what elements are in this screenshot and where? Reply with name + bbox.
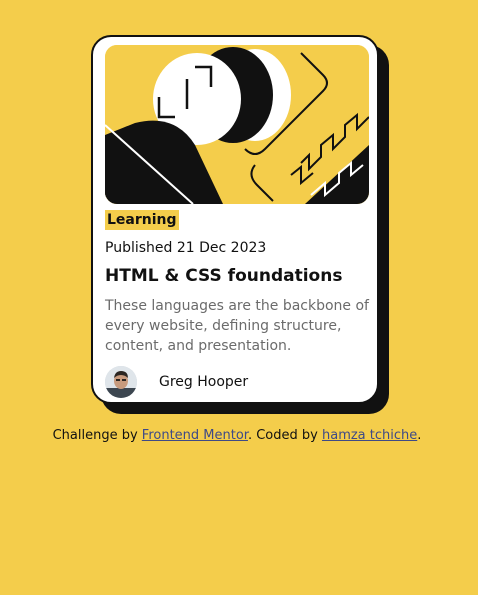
attribution-suffix: .	[417, 428, 422, 443]
category-tag: Learning	[105, 210, 179, 230]
illustration-image	[105, 45, 369, 204]
author-link[interactable]: hamza tchiche	[322, 428, 417, 443]
card-description: These languages are the backbone of ever…	[105, 298, 369, 354]
attribution: Challenge by Frontend Mentor. Coded by h…	[0, 428, 474, 443]
attribution-middle: . Coded by	[247, 428, 322, 443]
attribution-prefix: Challenge by	[52, 428, 142, 443]
blog-preview-card: Learning Published 21 Dec 2023 HTML & CS…	[91, 35, 379, 404]
avatar	[105, 366, 137, 398]
author: Greg Hooper	[105, 366, 248, 398]
published-date: Published 21 Dec 2023	[105, 240, 267, 256]
author-name: Greg Hooper	[159, 374, 249, 390]
card-title[interactable]: HTML & CSS foundations	[105, 266, 342, 286]
frontend-mentor-link[interactable]: Frontend Mentor	[142, 428, 248, 443]
